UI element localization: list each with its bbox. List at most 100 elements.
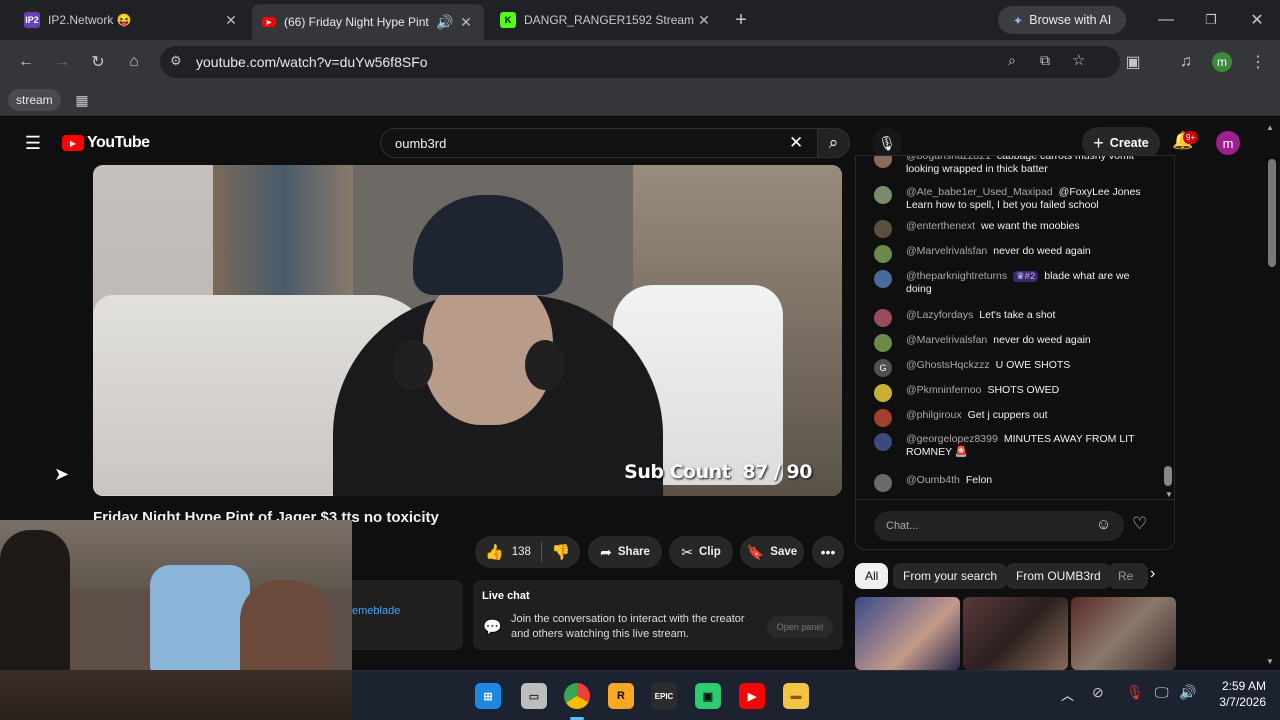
save-button[interactable]: 🔖 Save — [740, 536, 804, 568]
mentioned-user-link[interactable]: emeblade — [352, 605, 400, 617]
search-input[interactable]: oumb3rd — [395, 136, 446, 151]
browse-with-ai-button[interactable]: ✦ Browse with AI — [998, 6, 1126, 34]
rockstar-icon[interactable]: R — [608, 683, 634, 709]
chips-next-icon[interactable]: › — [1150, 565, 1155, 583]
minimize-icon[interactable]: — — [1154, 8, 1178, 32]
network-tray-icon[interactable]: 🖵 — [1155, 684, 1169, 701]
tab-groups-icon[interactable]: ▦ — [70, 88, 94, 112]
clock-time: 2:59 AM — [1221, 679, 1266, 693]
heart-reaction-icon[interactable]: ♡ — [1132, 514, 1147, 534]
close-tab-icon[interactable]: ✕ — [223, 12, 239, 29]
youtube-app-icon[interactable]: ▶ — [739, 683, 765, 709]
open-panel-button[interactable]: Open panel — [767, 616, 833, 638]
chat-avatar[interactable]: G — [874, 359, 892, 377]
no-network-icon[interactable]: ⊘ — [1092, 684, 1104, 701]
chip-related[interactable]: Re — [1108, 563, 1148, 589]
tab-ip2[interactable]: IP2 IP2.Network 😝 ✕ — [14, 4, 249, 36]
chat-avatar[interactable] — [874, 474, 892, 492]
restore-icon[interactable]: ❐ — [1199, 8, 1223, 32]
chat-username[interactable]: @Lazyfordays — [906, 309, 973, 321]
voice-search-button[interactable]: 🎙 — [872, 128, 902, 158]
close-tab-icon[interactable]: ✕ — [458, 14, 474, 31]
share-button[interactable]: ➦ Share — [588, 536, 662, 568]
video-player[interactable]: Sub Count 87 / 90 — [93, 165, 842, 496]
chat-avatar[interactable] — [874, 433, 892, 451]
chip-from-your-search[interactable]: From your search — [893, 563, 1008, 589]
like-count[interactable]: 138 — [512, 546, 531, 558]
recommended-thumbnail[interactable] — [855, 597, 960, 670]
clip-button[interactable]: ✂ Clip — [669, 536, 733, 568]
more-actions-button[interactable]: ••• — [812, 536, 844, 568]
emoji-icon[interactable]: ☺ — [1096, 516, 1111, 533]
chat-input-box[interactable]: Chat... ☺ — [874, 511, 1124, 541]
address-bar[interactable]: ⚙ youtube.com/watch?v=duYw56f8SFo ⌕ ⧉ ☆ — [160, 46, 1120, 78]
close-window-icon[interactable]: ✕ — [1245, 8, 1269, 32]
reload-icon[interactable]: ↻ — [86, 50, 110, 74]
account-avatar[interactable]: m — [1216, 131, 1240, 155]
site-info-icon[interactable]: ⚙ — [170, 53, 182, 69]
chat-username[interactable]: @Pkmninfernoo — [906, 384, 981, 396]
chat-avatar[interactable] — [874, 156, 892, 168]
more-menu-icon[interactable]: ⋮ — [1246, 50, 1270, 74]
kick-app-icon[interactable]: ▣ — [695, 683, 721, 709]
youtube-logo[interactable]: ▶ YouTube — [62, 134, 150, 152]
chip-all[interactable]: All — [855, 563, 889, 589]
close-tab-icon[interactable]: ✕ — [696, 12, 712, 29]
chat-username[interactable]: @georgelopez8399 — [906, 433, 998, 445]
tab-kick[interactable]: K DANGR_RANGER1592 Stream - ✕ — [490, 4, 722, 36]
chat-scroll-down-icon[interactable]: ▼ — [1165, 490, 1173, 499]
epic-games-icon[interactable]: EPIC — [651, 683, 677, 709]
chrome-icon[interactable] — [564, 683, 590, 709]
chat-avatar[interactable] — [874, 384, 892, 402]
search-box[interactable]: oumb3rd ✕ — [380, 128, 818, 158]
chat-username[interactable]: @GhostsHqckzzz — [906, 359, 990, 371]
side-panel-icon[interactable]: ▣ — [1121, 50, 1145, 74]
new-tab-icon[interactable]: + — [729, 8, 753, 32]
volume-icon[interactable]: 🔊 — [1179, 684, 1196, 701]
file-explorer-icon[interactable]: ▬ — [783, 683, 809, 709]
page-scroll-up-icon[interactable]: ▲ — [1266, 123, 1274, 132]
hamburger-menu-icon[interactable]: ☰ — [21, 131, 45, 155]
install-app-icon[interactable]: ⧉ — [1040, 52, 1050, 69]
recommended-thumbnail[interactable] — [963, 597, 1068, 670]
chat-avatar[interactable] — [874, 245, 892, 263]
chat-username[interactable]: @boganshazz821 — [906, 156, 991, 162]
recommended-thumbnail[interactable] — [1071, 597, 1176, 670]
media-controls-icon[interactable]: ♫ — [1174, 50, 1198, 74]
clear-search-icon[interactable]: ✕ — [789, 133, 803, 153]
zoom-icon[interactable]: ⌕ — [1008, 52, 1016, 69]
chat-avatar[interactable] — [874, 220, 892, 238]
page-scroll-down-icon[interactable]: ▼ — [1266, 657, 1274, 666]
start-windows-icon[interactable]: ⊞ — [475, 683, 501, 709]
chat-username[interactable]: @Ate_babe1er_Used_Maxipad — [906, 186, 1053, 198]
chat-avatar[interactable] — [874, 309, 892, 327]
speaker-icon[interactable]: 🔊 — [436, 14, 453, 31]
page-scrollbar-thumb[interactable] — [1268, 159, 1276, 267]
task-view-icon[interactable]: ▭ — [521, 683, 547, 709]
profile-avatar[interactable]: m — [1212, 52, 1232, 72]
chat-scrollbar-thumb[interactable] — [1164, 466, 1172, 486]
home-icon[interactable]: ⌂ — [122, 50, 146, 74]
chat-username[interactable]: @philgiroux — [906, 409, 962, 421]
tab-youtube[interactable]: ▶ (66) Friday Night Hype Pint 🔊 ✕ — [252, 4, 484, 40]
search-button[interactable]: ⌕ — [818, 128, 850, 158]
chip-from-channel[interactable]: From OUMB3rd — [1006, 563, 1111, 589]
forward-icon[interactable]: → — [50, 50, 74, 74]
chat-username[interactable]: @Marvelrivalsfan — [906, 245, 987, 257]
chat-avatar[interactable] — [874, 186, 892, 204]
chat-avatar[interactable] — [874, 334, 892, 352]
like-icon[interactable]: 👍 — [485, 543, 504, 561]
chat-username[interactable]: @Oumb4th — [906, 474, 960, 486]
chat-username[interactable]: @theparknightreturns — [906, 270, 1007, 282]
microphone-tray-icon[interactable]: 🎙 — [1126, 684, 1144, 701]
chat-avatar[interactable] — [874, 270, 892, 288]
chat-username[interactable]: @Marvelrivalsfan — [906, 334, 987, 346]
clock[interactable]: 2:59 AM 3/7/2026 — [1206, 678, 1266, 710]
dislike-icon[interactable]: 👎 — [552, 543, 571, 561]
bookmark-star-icon[interactable]: ☆ — [1072, 51, 1085, 69]
chat-username[interactable]: @enterthenext — [906, 220, 975, 232]
chat-avatar[interactable] — [874, 409, 892, 427]
show-hidden-icons[interactable]: ︿ — [1061, 685, 1074, 704]
back-icon[interactable]: ← — [14, 50, 38, 74]
bookmark-stream[interactable]: stream — [8, 89, 61, 111]
